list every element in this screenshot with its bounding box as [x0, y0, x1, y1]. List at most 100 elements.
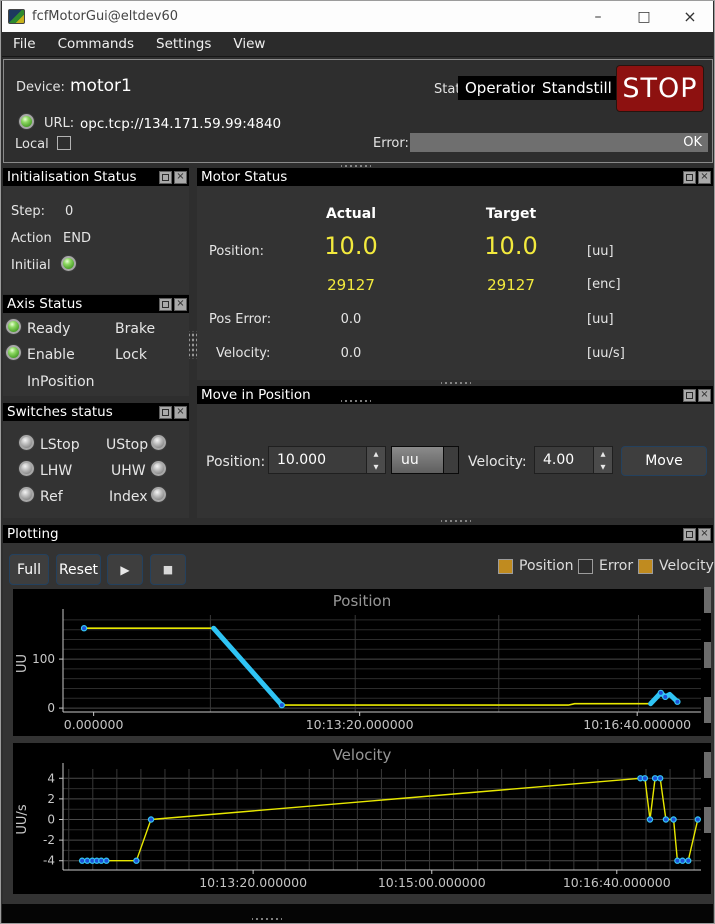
velocity-chart[interactable]: -4-202410:13:20.00000010:15:00.00000010:…	[13, 743, 711, 894]
status-strip	[2, 904, 713, 924]
position-row-label: Position:	[209, 244, 264, 259]
col-actual: Actual	[296, 206, 406, 222]
window-titlebar[interactable]: fcfMotorGui@eltdev60 – □ ×	[2, 1, 713, 32]
svg-text:0: 0	[47, 813, 55, 827]
pos-error-actual: 0.0	[296, 312, 406, 327]
move-velocity-label: Velocity:	[468, 454, 527, 470]
close-panel-icon[interactable]: ×	[174, 406, 187, 419]
spinner-buttons[interactable]: ▲ ▼	[593, 447, 612, 473]
close-panel-icon[interactable]: ×	[698, 171, 711, 184]
init-panel-titlebar[interactable]: Initialisation Status ×	[3, 168, 189, 186]
step-value: 0	[65, 204, 73, 219]
splitter-handle[interactable]	[341, 398, 371, 404]
play-icon: ▶	[120, 563, 129, 577]
switches-panel-titlebar[interactable]: Switches status ×	[3, 403, 189, 421]
stop-button[interactable]: STOP	[616, 65, 704, 112]
position-unit: [uu]	[587, 244, 614, 259]
float-panel-icon[interactable]	[683, 528, 696, 541]
full-button[interactable]: Full	[9, 554, 49, 585]
index-label: Index	[109, 489, 148, 505]
uhw-label: UHW	[111, 463, 146, 479]
panel-switches-status: Switches status × LStop UStop LHW UHW Re…	[3, 403, 189, 518]
step-label: Step:	[11, 204, 45, 219]
plot-scrollbar[interactable]	[704, 752, 711, 778]
close-panel-icon[interactable]: ×	[174, 298, 187, 311]
menu-file[interactable]: File	[2, 33, 47, 55]
close-button[interactable]: ×	[667, 1, 713, 32]
move-panel-titlebar[interactable]: Move in Position ×	[197, 386, 713, 404]
reset-button[interactable]: Reset	[56, 554, 101, 585]
inposition-label: InPosition	[27, 374, 95, 390]
device-frame: Device: motor1 States: Operational Stand…	[3, 59, 713, 163]
move-velocity-value[interactable]: 4.00	[535, 447, 593, 473]
close-panel-icon[interactable]: ×	[174, 171, 187, 184]
spin-up-icon[interactable]: ▲	[367, 447, 385, 460]
move-position-value[interactable]: 10.000	[269, 447, 366, 473]
switches-panel-title: Switches status	[7, 404, 113, 420]
plot-scrollbar[interactable]	[704, 807, 711, 833]
app-icon	[8, 9, 25, 24]
initial-led	[61, 256, 76, 271]
index-led	[151, 487, 166, 502]
device-name: motor1	[70, 76, 132, 96]
spin-down-icon[interactable]: ▼	[367, 460, 385, 473]
legend-error[interactable]: Error	[578, 558, 633, 574]
position-checkbox[interactable]	[498, 559, 513, 574]
move-position-label: Position:	[206, 454, 265, 470]
maximize-button[interactable]: □	[621, 1, 667, 32]
legend-velocity[interactable]: Velocity	[638, 558, 714, 574]
move-velocity-spinbox[interactable]: 4.00 ▲ ▼	[534, 446, 613, 474]
record-stop-button[interactable]: ■	[150, 554, 186, 585]
unit-combobox-value[interactable]: uu	[392, 447, 443, 473]
close-panel-icon[interactable]: ×	[698, 389, 711, 402]
legend-position[interactable]: Position	[498, 558, 574, 574]
splitter-handle[interactable]	[189, 331, 197, 359]
float-panel-icon[interactable]	[683, 171, 696, 184]
spin-up-icon[interactable]: ▲	[594, 447, 612, 460]
play-button[interactable]: ▶	[107, 554, 143, 585]
uhw-led	[151, 461, 166, 476]
position-chart[interactable]: 01000.00000010:13:20.00000010:16:40.0000…	[13, 589, 711, 736]
svg-text:4: 4	[47, 771, 55, 785]
menu-commands[interactable]: Commands	[47, 33, 145, 55]
float-panel-icon[interactable]	[159, 171, 172, 184]
spinner-buttons[interactable]: ▲ ▼	[366, 447, 385, 473]
pos-error-unit: [uu]	[587, 312, 614, 327]
close-panel-icon[interactable]: ×	[698, 528, 711, 541]
menu-settings[interactable]: Settings	[145, 33, 222, 55]
splitter-handle[interactable]	[441, 380, 471, 386]
action-value: END	[63, 231, 91, 246]
local-checkbox[interactable]	[57, 136, 71, 150]
float-panel-icon[interactable]	[159, 298, 172, 311]
unit-combobox[interactable]: uu	[391, 446, 459, 474]
menu-view[interactable]: View	[222, 33, 276, 55]
splitter-handle[interactable]	[441, 518, 471, 524]
svg-text:Position: Position	[333, 592, 391, 610]
plot-scrollbar[interactable]	[704, 587, 711, 613]
minimize-button[interactable]: –	[575, 1, 621, 32]
svg-text:100: 100	[32, 652, 55, 666]
error-label: Error:	[373, 136, 409, 151]
plot-scrollbar[interactable]	[704, 697, 711, 723]
float-panel-icon[interactable]	[683, 389, 696, 402]
plot-scrollbar[interactable]	[704, 642, 711, 668]
error-checkbox[interactable]	[578, 559, 593, 574]
combobox-dropdown-icon[interactable]	[443, 447, 458, 473]
splitter-handle[interactable]	[252, 916, 282, 922]
lhw-led	[19, 461, 34, 476]
motor-panel-titlebar[interactable]: Motor Status ×	[197, 168, 713, 186]
float-panel-icon[interactable]	[159, 406, 172, 419]
axis-panel-titlebar[interactable]: Axis Status ×	[3, 295, 189, 313]
svg-text:10:15:00.000000: 10:15:00.000000	[378, 875, 486, 890]
panel-move-in-position: Move in Position × Position: 10.000 ▲ ▼ …	[197, 386, 713, 518]
move-button[interactable]: Move	[621, 446, 707, 476]
spin-down-icon[interactable]: ▼	[594, 460, 612, 473]
local-label: Local	[15, 137, 49, 152]
velocity-checkbox[interactable]	[638, 559, 653, 574]
lstop-label: LStop	[40, 437, 80, 453]
splitter-handle[interactable]	[341, 163, 371, 169]
move-position-spinbox[interactable]: 10.000 ▲ ▼	[268, 446, 386, 474]
initial-label: Initiial	[11, 258, 51, 273]
velocity-row-label: Velocity:	[216, 346, 270, 361]
plotting-panel-titlebar[interactable]: Plotting ×	[3, 525, 713, 543]
